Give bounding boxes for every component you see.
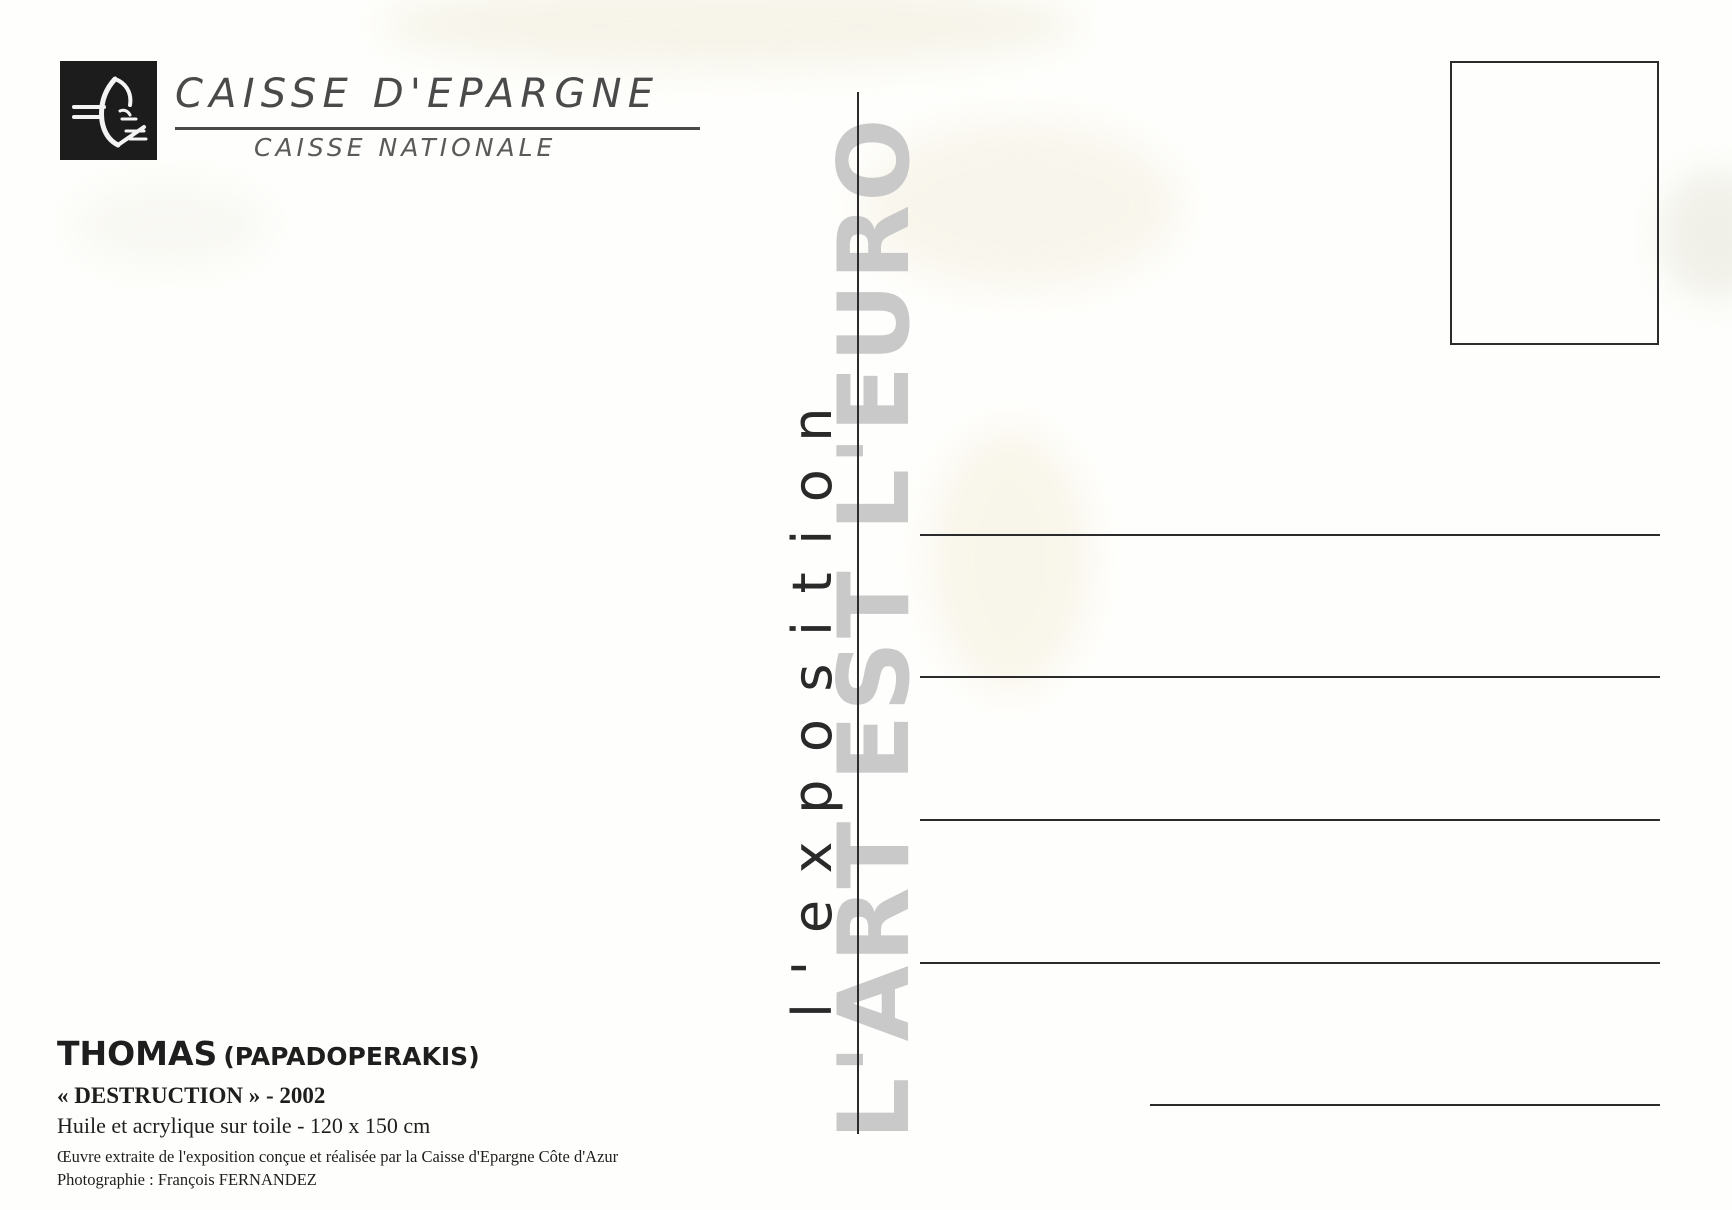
paper-stain <box>380 0 1080 70</box>
address-line <box>1150 1104 1660 1106</box>
address-line <box>920 534 1660 536</box>
paper-stain <box>1660 170 1732 300</box>
address-line <box>920 676 1660 678</box>
exhibition-credit: Œuvre extraite de l'exposition conçue et… <box>57 1147 619 1166</box>
stamp-box <box>1450 61 1659 345</box>
photo-credit: Photographie : François FERNANDEZ <box>57 1170 317 1189</box>
brand-name: CAISSE D'EPARGNE <box>175 71 660 117</box>
squirrel-euro-logo-icon <box>60 61 157 160</box>
exhibition-title-small: l'exposition <box>781 380 844 1018</box>
address-line <box>920 962 1660 964</box>
address-line <box>920 819 1660 821</box>
work-medium: Huile et acrylique sur toile - 120 x 150… <box>57 1113 431 1138</box>
paper-stain <box>930 430 1090 690</box>
artist-line: THOMAS (PAPADOPERAKIS) <box>57 1037 480 1070</box>
artist-name: THOMAS <box>57 1034 218 1073</box>
brand-subtitle: CAISSE NATIONALE <box>254 133 557 162</box>
artist-real-name: (PAPADOPERAKIS) <box>223 1042 480 1071</box>
paper-stain <box>70 180 270 270</box>
vertical-divider <box>857 92 859 1134</box>
work-title: « DESTRUCTION » - 2002 <box>57 1083 326 1108</box>
postcard-back: CAISSE D'EPARGNE CAISSE NATIONALE L'ART … <box>0 0 1732 1210</box>
brand-underline <box>175 127 700 130</box>
